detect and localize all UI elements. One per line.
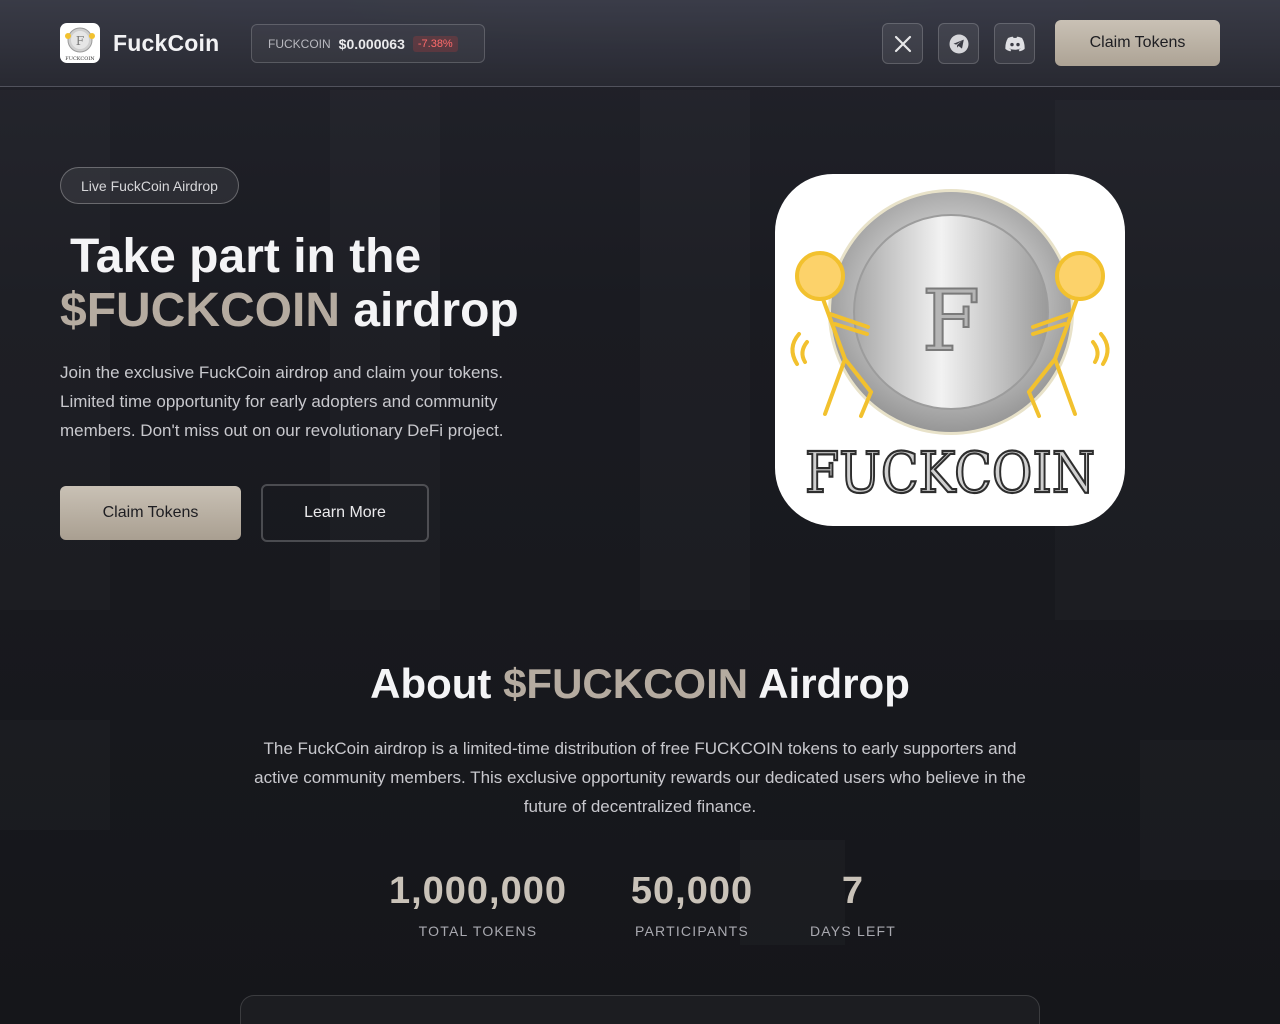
ticker-price: $0.000063 (338, 35, 405, 52)
x-social-button[interactable] (882, 23, 923, 64)
learn-more-button[interactable]: Learn More (261, 484, 429, 542)
about-title-accent: $FUCKCOIN (503, 660, 749, 707)
stat-value: 7 (841, 870, 865, 912)
hero-claim-tokens-button[interactable]: Claim Tokens (60, 486, 241, 540)
price-ticker: FUCKCOIN $0.000063 -7.38% (251, 24, 485, 63)
stat-label: PARTICIPANTS (635, 923, 749, 939)
brand-logo: F FUCKCOIN (60, 23, 100, 63)
about-title-suffix: Airdrop (748, 660, 910, 707)
brand-name: FuckCoin (113, 29, 220, 56)
svg-text:FUCKCOIN: FUCKCOIN (805, 441, 1095, 506)
fuckcoin-hero-image: F FUCKCOIN (775, 174, 1125, 526)
stat-label: DAYS LEFT (809, 923, 896, 939)
stat-total-tokens: 1,000,000 TOTAL TOKENS (378, 870, 578, 939)
claim-card (240, 995, 1040, 1024)
hero-title-rest: airdrop (340, 284, 519, 337)
nav-claim-tokens-button[interactable]: Claim Tokens (1055, 20, 1220, 66)
discord-social-button[interactable] (994, 23, 1035, 64)
live-airdrop-badge: Live FuckCoin Airdrop (60, 167, 239, 204)
discord-icon (1004, 36, 1025, 51)
hero-description: Join the exclusive FuckCoin airdrop and … (60, 363, 504, 440)
svg-text:FUCKCOIN: FUCKCOIN (65, 56, 95, 62)
ticker-change-badge: -7.38% (412, 35, 458, 52)
stat-days-left: 7 DAYS LEFT (793, 870, 913, 939)
brand-logo-link[interactable]: F FUCKCOIN FuckCoin (60, 23, 219, 63)
stat-value: 1,000,000 (388, 870, 568, 912)
stat-label: TOTAL TOKENS (418, 923, 538, 939)
ticker-symbol: FUCKCOIN (268, 36, 331, 51)
stat-participants: 50,000 PARTICIPANTS (612, 870, 772, 939)
hero-title-accent: $FUCKCOIN (60, 284, 341, 337)
hero-title: Take part in the $FUCKCOIN airdrop (60, 230, 519, 338)
telegram-icon (949, 34, 968, 53)
about-title-prefix: About (370, 660, 504, 707)
svg-text:F: F (922, 272, 980, 370)
telegram-social-button[interactable] (938, 23, 979, 64)
about-title: About $FUCKCOIN Airdrop (0, 660, 1280, 708)
stat-value: 50,000 (630, 870, 754, 912)
hero-title-line1: Take part in the (70, 230, 422, 283)
svg-text:F: F (76, 34, 84, 48)
about-description: The FuckCoin airdrop is a limited-time d… (254, 739, 1026, 816)
top-navbar: F FUCKCOIN FuckCoin FUCKCOIN $0.000063 -… (0, 0, 1280, 87)
x-icon (894, 35, 911, 52)
